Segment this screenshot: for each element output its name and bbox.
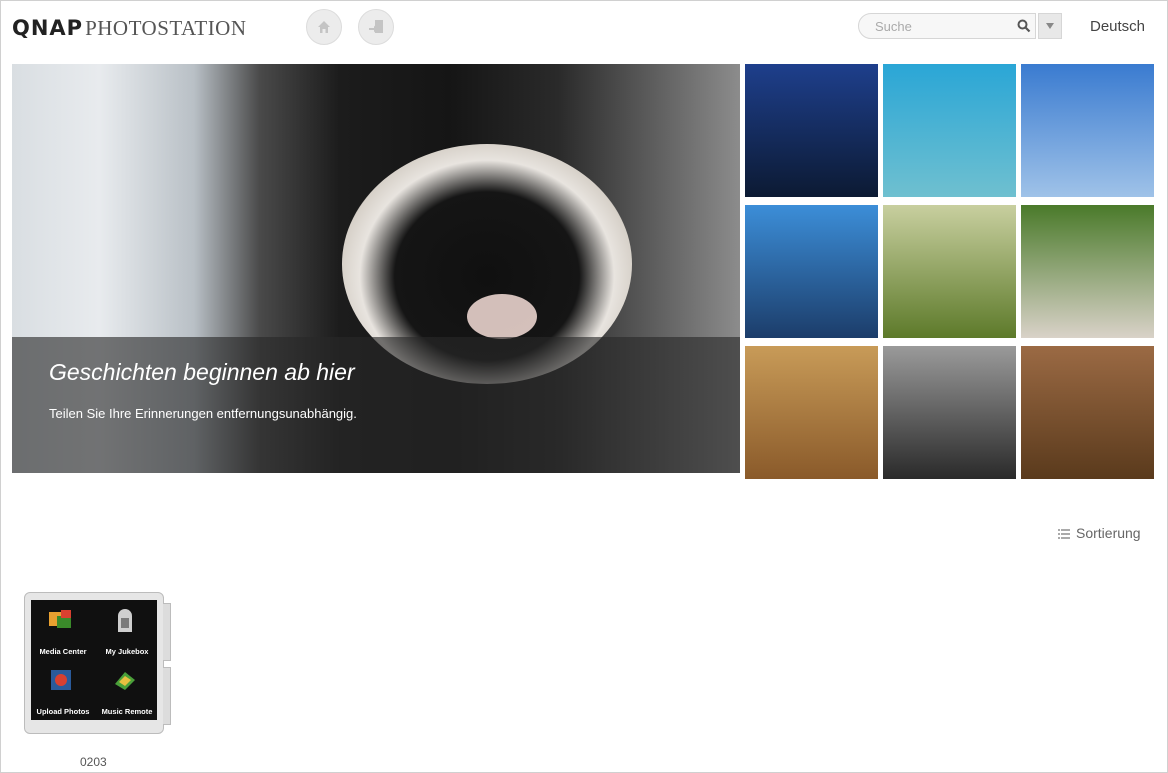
hero-banner: Geschichten beginnen ab hier Teilen Sie …	[12, 64, 740, 473]
app-label: Upload Photos	[36, 707, 90, 716]
home-icon	[318, 21, 330, 33]
app-music-remote: Music Remote	[95, 660, 155, 718]
album-card[interactable]: Media Center My Jukebox Upload Photos Mu…	[24, 592, 171, 734]
album-stack-edge	[163, 603, 171, 661]
language-selector[interactable]: Deutsch	[1090, 18, 1145, 35]
logo-product: PHOTOSTATION	[85, 15, 247, 40]
app-media-center: Media Center	[31, 600, 91, 658]
cat-photo[interactable]	[745, 346, 878, 479]
list-icon	[1058, 528, 1070, 539]
app-jukebox: My Jukebox	[95, 600, 155, 658]
guinea-pig-photo[interactable]	[1021, 205, 1154, 338]
upload-icon	[369, 20, 383, 33]
app-label: My Jukebox	[105, 647, 149, 656]
app-label: Media Center	[39, 647, 87, 656]
sort-label: Sortierung	[1076, 525, 1141, 541]
music-remote-icon	[115, 672, 135, 690]
logo[interactable]: QNAP PHOTOSTATION	[12, 14, 247, 42]
logo-brand: QNAP	[12, 16, 84, 40]
hero-subtitle: Teilen Sie Ihre Erinnerungen entfernungs…	[49, 406, 357, 421]
chevron-down-icon	[1046, 23, 1054, 29]
search-options-dropdown[interactable]	[1038, 13, 1062, 39]
album-name[interactable]: 0203	[80, 755, 107, 769]
rabbit-nose	[467, 294, 537, 339]
app-upload-photos: Upload Photos	[31, 660, 91, 718]
rock-texture-photo[interactable]	[1021, 346, 1154, 479]
sort-button[interactable]: Sortierung	[1058, 525, 1141, 541]
header: QNAP PHOTOSTATION Deutsch	[0, 0, 1168, 60]
tower-clouds-photo[interactable]	[1021, 64, 1154, 197]
upload-button[interactable]	[358, 9, 394, 45]
search-icon[interactable]	[1017, 19, 1031, 33]
city-skyline-photo[interactable]	[745, 64, 878, 197]
album-stack-edge	[163, 667, 171, 725]
harbor-photo[interactable]	[745, 205, 878, 338]
misty-field-photo[interactable]	[883, 205, 1016, 338]
media-center-icon	[49, 610, 71, 628]
hero-title: Geschichten beginnen ab hier	[49, 359, 355, 385]
app-label: Music Remote	[101, 707, 153, 716]
search-box	[858, 13, 1036, 39]
jukebox-icon	[118, 609, 132, 632]
tree-path-photo[interactable]	[883, 346, 1016, 479]
album-cover: Media Center My Jukebox Upload Photos Mu…	[31, 600, 157, 720]
search-input[interactable]	[875, 14, 1005, 38]
upload-photos-icon	[51, 670, 71, 690]
bridge-sky-photo[interactable]	[883, 64, 1016, 197]
home-button[interactable]	[306, 9, 342, 45]
hero-caption-overlay	[12, 337, 740, 473]
thumbnail-grid	[745, 64, 1158, 479]
